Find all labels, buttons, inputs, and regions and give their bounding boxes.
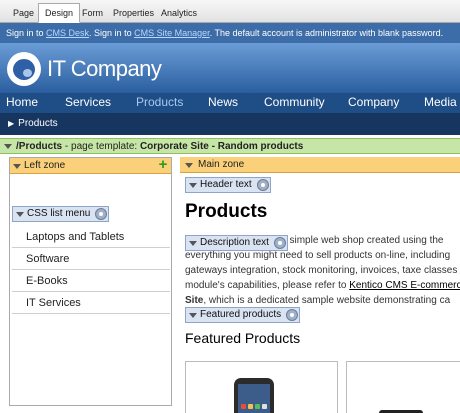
list-item[interactable]: Software (12, 248, 170, 270)
gear-icon[interactable] (256, 179, 269, 191)
gear-icon[interactable] (286, 309, 299, 321)
css-list-menu-webpart[interactable]: CSS list menu (12, 206, 110, 222)
main-navigation: Home Services Products News Community Co… (0, 93, 460, 113)
webpart-title: Featured products (200, 309, 282, 320)
gear-icon[interactable] (273, 237, 286, 249)
zone-menu-triangle-icon[interactable] (13, 164, 21, 169)
nav-item-home[interactable]: Home (6, 94, 38, 111)
desc-text: module's capabilities, please refer to (185, 280, 350, 291)
webpart-menu-triangle-icon[interactable] (189, 183, 197, 188)
info-text-3: . The default account is administrator w… (209, 28, 444, 38)
list-item[interactable]: Laptops and Tablets (12, 226, 170, 248)
company-name[interactable]: IT Company (47, 56, 162, 82)
gear-icon[interactable] (95, 208, 108, 220)
main-zone-title: Main zone (198, 159, 245, 170)
category-menu: Laptops and Tablets Software E-Books IT … (12, 226, 170, 314)
featured-products-webpart[interactable]: Featured products (185, 307, 301, 323)
info-text-1: Sign in to (6, 28, 47, 38)
site-header: IT Company (0, 43, 460, 93)
sign-in-info-bar: Sign in to CMS Desk. Sign in to CMS Site… (0, 23, 460, 43)
tab-page[interactable]: Page (6, 3, 41, 23)
nav-item-company[interactable]: Company (348, 94, 399, 111)
cms-site-manager-link[interactable]: CMS Site Manager (134, 28, 210, 38)
desc-text: , which is a dedicated sample website de… (203, 295, 451, 306)
product-card[interactable] (346, 361, 460, 413)
tab-analytics[interactable]: Analytics (154, 3, 204, 23)
webpart-menu-triangle-icon[interactable] (16, 212, 24, 217)
template-name: Corporate Site - Random products (139, 141, 304, 152)
nav-item-products[interactable]: Products (136, 94, 183, 111)
info-text-2: . Sign in to (89, 28, 135, 38)
webpart-title: CSS list menu (27, 208, 91, 219)
page-template-bar: /Products - page template: Corporate Sit… (0, 138, 460, 154)
webpart-title: Description text (200, 237, 269, 248)
header-text-webpart[interactable]: Header text (185, 177, 271, 193)
smartphone-image[interactable] (234, 378, 274, 413)
desc-line: Site, which is a dedicated sample websit… (185, 293, 460, 308)
left-zone-header[interactable]: Left zone + (10, 157, 171, 174)
desc-line: gateways integration, stock monitoring, … (185, 265, 458, 276)
main-zone: Main zone Header text Products This sect… (180, 157, 460, 413)
tab-design[interactable]: Design (38, 3, 81, 23)
tab-form[interactable]: Form (75, 3, 110, 23)
nav-item-services[interactable]: Services (65, 94, 111, 111)
company-logo-icon[interactable] (7, 52, 41, 86)
webpart-menu-triangle-icon[interactable] (189, 313, 197, 318)
featured-products-title: Featured Products (185, 330, 301, 346)
webpart-title: Header text (200, 179, 252, 190)
collapse-triangle-icon[interactable] (4, 144, 12, 149)
breadcrumb-item-products[interactable]: Products (18, 118, 57, 129)
plus-icon[interactable]: + (157, 157, 169, 172)
list-item[interactable]: IT Services (12, 292, 170, 314)
nav-item-media[interactable]: Media (424, 94, 457, 111)
desc-bold: Site (185, 295, 204, 306)
left-zone-title: Left zone (24, 160, 66, 171)
template-label: - page template: (62, 141, 140, 152)
zone-menu-triangle-icon[interactable] (185, 163, 193, 168)
left-zone: Left zone + CSS list menu Laptops and Ta… (9, 157, 172, 406)
breadcrumb: ▶ Products (0, 113, 460, 135)
tab-properties[interactable]: Properties (106, 3, 161, 23)
nav-item-community[interactable]: Community (264, 94, 325, 111)
mode-tabs: Page Design Form Properties Analytics (0, 0, 460, 23)
ecommerce-link[interactable]: Kentico CMS E-commerce (349, 280, 460, 291)
desc-line: module's capabilities, please refer to K… (185, 278, 460, 293)
main-zone-header[interactable]: Main zone (180, 157, 460, 173)
cms-desk-link[interactable]: CMS Desk (46, 28, 89, 38)
template-path: /Products (16, 141, 63, 152)
webpart-menu-triangle-icon[interactable] (189, 241, 197, 246)
page-title: Products (185, 201, 268, 222)
nav-item-news[interactable]: News (208, 94, 238, 111)
list-item[interactable]: E-Books (12, 270, 170, 292)
product-card[interactable] (185, 361, 338, 413)
breadcrumb-arrow-icon: ▶ (8, 119, 15, 128)
description-text-webpart[interactable]: Description text (185, 235, 288, 251)
